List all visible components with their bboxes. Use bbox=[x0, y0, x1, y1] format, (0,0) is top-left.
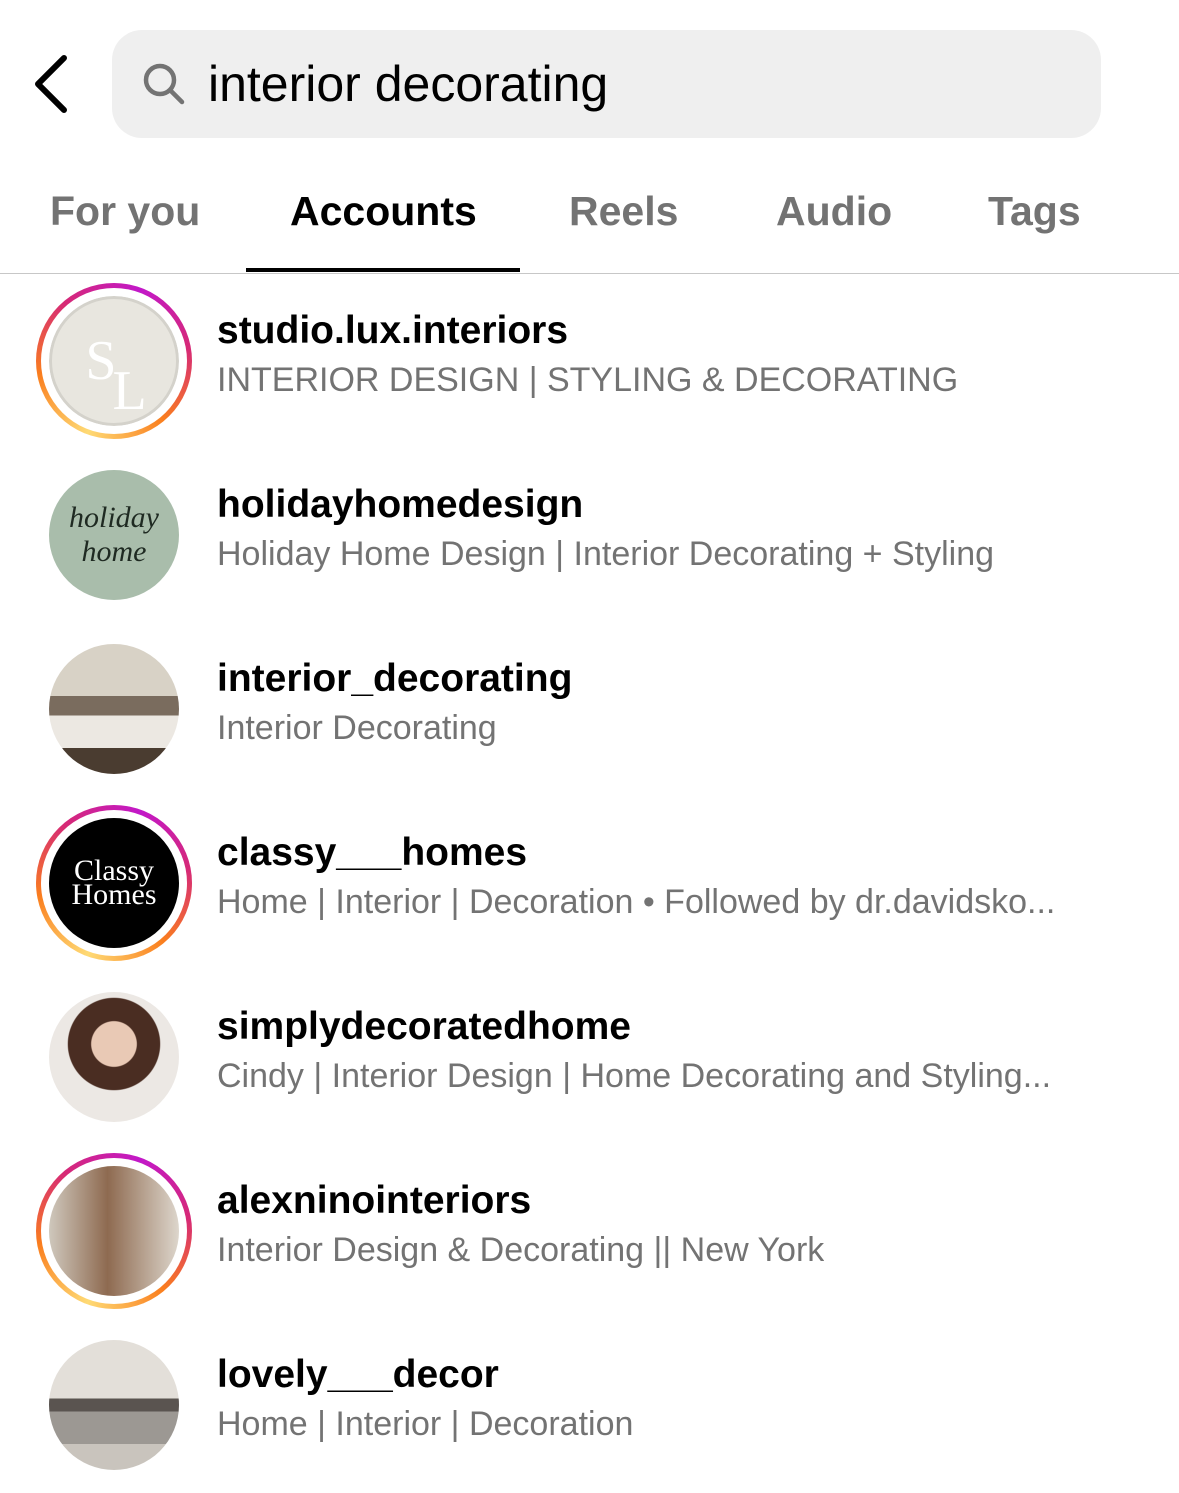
tab-reels[interactable]: Reels bbox=[569, 188, 678, 235]
account-username: interior_decorating bbox=[217, 657, 573, 700]
avatar[interactable] bbox=[49, 644, 179, 774]
account-row[interactable]: interior_decorating Interior Decorating bbox=[0, 623, 1179, 797]
account-subtitle: Home | Interior | Decoration • Followed … bbox=[217, 883, 1056, 921]
account-subtitle: Holiday Home Design | Interior Decoratin… bbox=[217, 535, 995, 573]
account-row[interactable]: lovely___decor Home | Interior | Decorati… bbox=[0, 1319, 1179, 1493]
account-username: holidayhomedesign bbox=[217, 483, 584, 526]
avatar[interactable] bbox=[49, 1166, 179, 1296]
account-username: studio.lux.interiors bbox=[217, 309, 569, 352]
account-row[interactable]: S L studio.lux.interiors INTERIOR DESIGN | … bbox=[0, 275, 1179, 449]
account-subtitle: Interior Decorating bbox=[217, 709, 497, 747]
account-username: alexninointeriors bbox=[217, 1179, 532, 1222]
account-row[interactable]: holiday home holidayhomedesign Holiday Home… bbox=[0, 449, 1179, 623]
back-button[interactable] bbox=[30, 52, 80, 116]
tab-accounts[interactable]: Accounts bbox=[290, 188, 477, 235]
avatar[interactable]: holiday home bbox=[49, 470, 179, 600]
search-tabs: For you Accounts Reels Audio Tags bbox=[0, 168, 1179, 274]
account-row[interactable]: simplydecoratedhome Cindy | Interior Desi… bbox=[0, 971, 1179, 1145]
tab-for-you[interactable]: For you bbox=[50, 188, 200, 235]
avatar[interactable]: Classy Homes bbox=[49, 818, 179, 948]
account-username: classy___homes bbox=[217, 831, 528, 874]
chevron-left-icon bbox=[35, 55, 67, 113]
avatar[interactable] bbox=[49, 1340, 179, 1470]
account-username: simplydecoratedhome bbox=[217, 1005, 631, 1048]
search-input[interactable] bbox=[208, 55, 1008, 113]
tab-audio[interactable]: Audio bbox=[776, 188, 892, 235]
avatar[interactable]: SL bbox=[49, 296, 179, 426]
avatar[interactable] bbox=[49, 992, 179, 1122]
account-row[interactable]: alexninointeriors Interior Design & Decor… bbox=[0, 1145, 1179, 1319]
search-icon bbox=[143, 63, 185, 105]
account-subtitle: Home | Interior | Decoration bbox=[217, 1405, 634, 1443]
search-bar[interactable] bbox=[112, 30, 1101, 138]
account-subtitle: Cindy | Interior Design | Home Decoratin… bbox=[217, 1057, 1052, 1095]
account-subtitle: INTERIOR DESIGN | STYLING & DECORATING bbox=[217, 361, 959, 399]
active-tab-indicator bbox=[246, 268, 520, 272]
tab-tags[interactable]: Tags bbox=[988, 188, 1081, 235]
account-username: lovely___decor bbox=[217, 1353, 499, 1396]
account-subtitle: Interior Design & Decorating || New York bbox=[217, 1231, 825, 1269]
account-row[interactable]: Classy Homes classy___homes Home | Interior… bbox=[0, 797, 1179, 971]
